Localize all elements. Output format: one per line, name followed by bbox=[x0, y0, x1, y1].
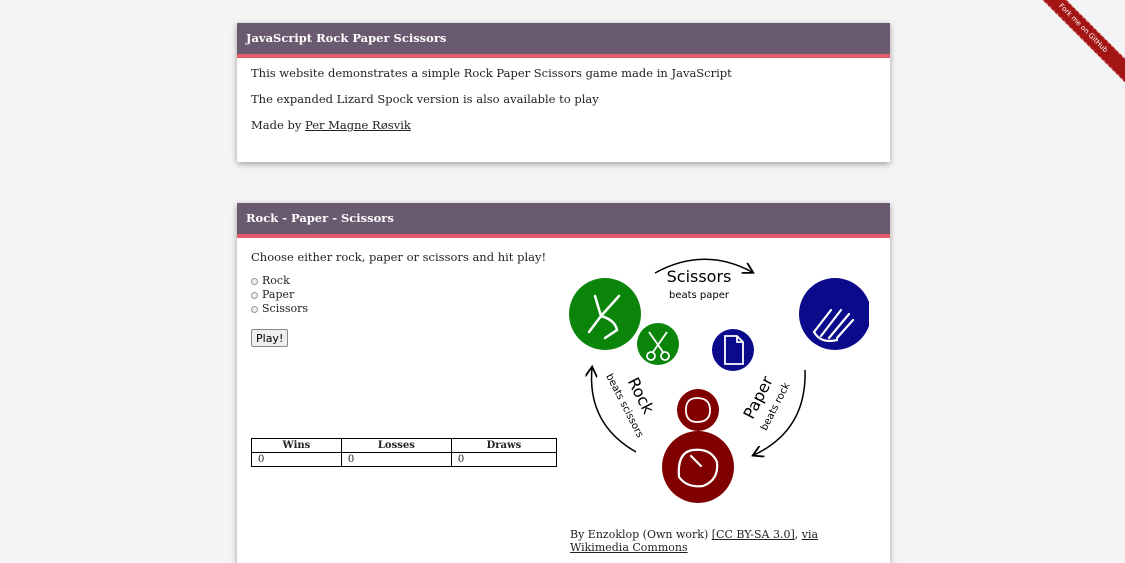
scissors-icon bbox=[637, 323, 679, 365]
intro-card-body: This website demonstrates a simple Rock … bbox=[237, 58, 890, 154]
rock-fist-icon bbox=[662, 431, 734, 503]
image-credit: By Enzoklop (Own work) [CC BY-SA 3.0], v… bbox=[570, 528, 870, 554]
scissors-diagram-label: Scissors bbox=[667, 267, 732, 286]
score-value-row: 0 0 0 bbox=[251, 452, 558, 467]
paper-radio[interactable] bbox=[251, 291, 258, 299]
paper-sheet-icon bbox=[712, 329, 754, 371]
losses-value: 0 bbox=[340, 452, 452, 467]
choice-paper[interactable]: Paper bbox=[251, 288, 561, 302]
fork-me-ribbon[interactable]: Fork me on GitHub bbox=[1035, 0, 1125, 90]
wins-header: Wins bbox=[251, 438, 342, 453]
game-prompt: Choose either rock, paper or scissors an… bbox=[251, 250, 547, 264]
game-controls: Choose either rock, paper or scissors an… bbox=[251, 251, 561, 347]
score-header-row: Wins Losses Draws bbox=[251, 438, 558, 453]
intro-line-2: The expanded Lizard Spock version is als… bbox=[251, 92, 599, 106]
choice-scissors[interactable]: Scissors bbox=[251, 302, 561, 316]
losses-header: Losses bbox=[340, 438, 452, 453]
choice-rock[interactable]: Rock bbox=[251, 274, 561, 288]
wins-value: 0 bbox=[251, 452, 342, 467]
license-link[interactable]: [CC BY-SA 3.0] bbox=[712, 528, 795, 541]
intro-card-title: JavaScript Rock Paper Scissors bbox=[237, 23, 890, 58]
choice-radio-group: Rock Paper Scissors bbox=[251, 274, 561, 316]
intro-line-1: This website demonstrates a simple Rock … bbox=[251, 66, 732, 80]
draws-header: Draws bbox=[450, 438, 558, 453]
paper-label: Paper bbox=[262, 288, 295, 301]
scissors-hand-icon bbox=[569, 278, 641, 350]
made-by-prefix: Made by bbox=[251, 118, 305, 132]
rps-diagram: Scissors beats paper Paper beats rock Ro… bbox=[569, 258, 869, 503]
paper-hand-icon bbox=[799, 278, 869, 350]
play-button[interactable]: Play! bbox=[251, 329, 289, 347]
draws-value: 0 bbox=[450, 452, 558, 467]
credit-prefix: By Enzoklop (Own work) bbox=[570, 528, 712, 541]
made-by-line: Made by Per Magne Røsvik bbox=[251, 119, 876, 132]
score-table: Wins Losses Draws 0 0 0 bbox=[251, 438, 558, 467]
rock-label: Rock bbox=[262, 274, 290, 287]
rock-radio[interactable] bbox=[251, 277, 258, 285]
scissors-label: Scissors bbox=[262, 302, 309, 315]
scissors-diagram-sub: beats paper bbox=[669, 290, 730, 301]
credit-sep: , bbox=[794, 528, 802, 541]
intro-card: JavaScript Rock Paper Scissors This webs… bbox=[237, 23, 890, 162]
rock-stone-icon bbox=[677, 389, 719, 431]
game-card: Rock - Paper - Scissors Choose either ro… bbox=[237, 203, 890, 563]
github-ribbon-wrap: Fork me on GitHub bbox=[1035, 0, 1125, 90]
scissors-radio[interactable] bbox=[251, 305, 258, 313]
author-link[interactable]: Per Magne Røsvik bbox=[305, 118, 411, 132]
game-card-title: Rock - Paper - Scissors bbox=[237, 203, 890, 238]
